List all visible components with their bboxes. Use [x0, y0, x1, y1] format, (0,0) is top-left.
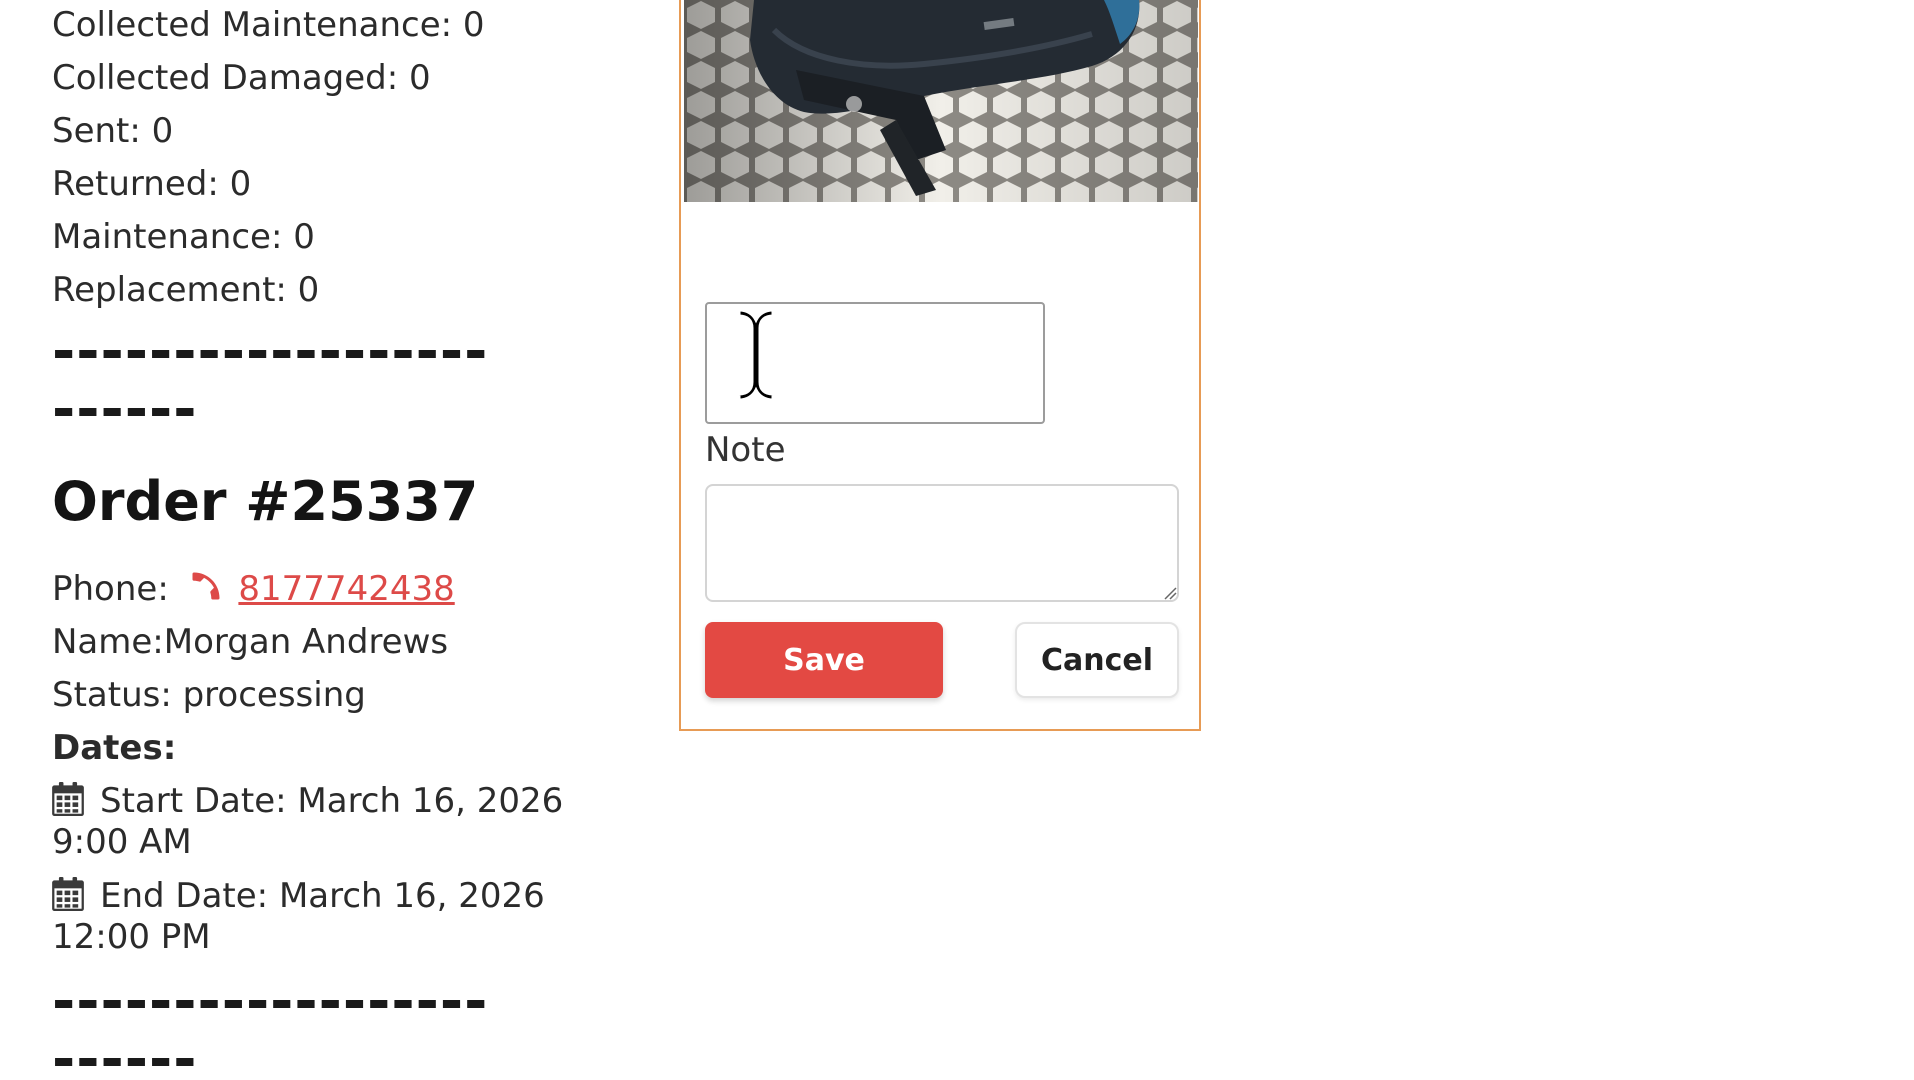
resize-grip-icon[interactable]	[1163, 586, 1177, 600]
cancel-button[interactable]: Cancel	[1015, 622, 1179, 698]
start-date-text: Start Date: March 16, 2026	[100, 781, 564, 821]
calendar-icon	[52, 877, 84, 911]
customer-name: Name:Morgan Andrews	[52, 622, 449, 662]
calendar-icon	[52, 782, 84, 816]
separator-line: ------------------	[52, 322, 489, 382]
end-date: End Date: March 16, 2026 12:00 PM	[52, 876, 545, 958]
stat-maintenance: Maintenance: 0	[52, 217, 315, 257]
quantity-input[interactable]	[705, 302, 1045, 424]
phone-icon	[188, 568, 224, 604]
stat-collected-maintenance: Collected Maintenance: 0	[52, 5, 485, 45]
separator-line-wrap: ------	[52, 380, 198, 440]
end-time-text: 12:00 PM	[52, 917, 211, 957]
phone-label: Phone:	[52, 569, 169, 609]
order-title: Order #25337	[52, 470, 479, 533]
start-time-text: 9:00 AM	[52, 822, 192, 862]
separator-line-wrap: ------	[52, 1030, 198, 1080]
save-button[interactable]: Save	[705, 622, 943, 698]
separator-line: ------------------	[52, 972, 489, 1032]
item-edit-card: Note Save Cancel	[679, 0, 1201, 731]
dates-heading: Dates:	[52, 728, 177, 768]
stat-collected-damaged: Collected Damaged: 0	[52, 58, 431, 98]
order-status: Status: processing	[52, 675, 366, 715]
stat-replacement: Replacement: 0	[52, 270, 320, 310]
helmet-photo-image	[684, 0, 1198, 202]
stat-returned: Returned: 0	[52, 164, 252, 204]
item-photo	[684, 0, 1198, 202]
phone-number-link[interactable]: 8177742438	[238, 569, 454, 609]
note-label: Note	[705, 430, 786, 470]
page: Collected Maintenance: 0 Collected Damag…	[0, 0, 1914, 1080]
note-textarea[interactable]	[705, 484, 1179, 602]
end-date-text: End Date: March 16, 2026	[100, 876, 545, 916]
phone-line: Phone: 8177742438	[52, 568, 455, 609]
start-date: Start Date: March 16, 2026 9:00 AM	[52, 781, 563, 863]
stat-sent: Sent: 0	[52, 111, 174, 151]
